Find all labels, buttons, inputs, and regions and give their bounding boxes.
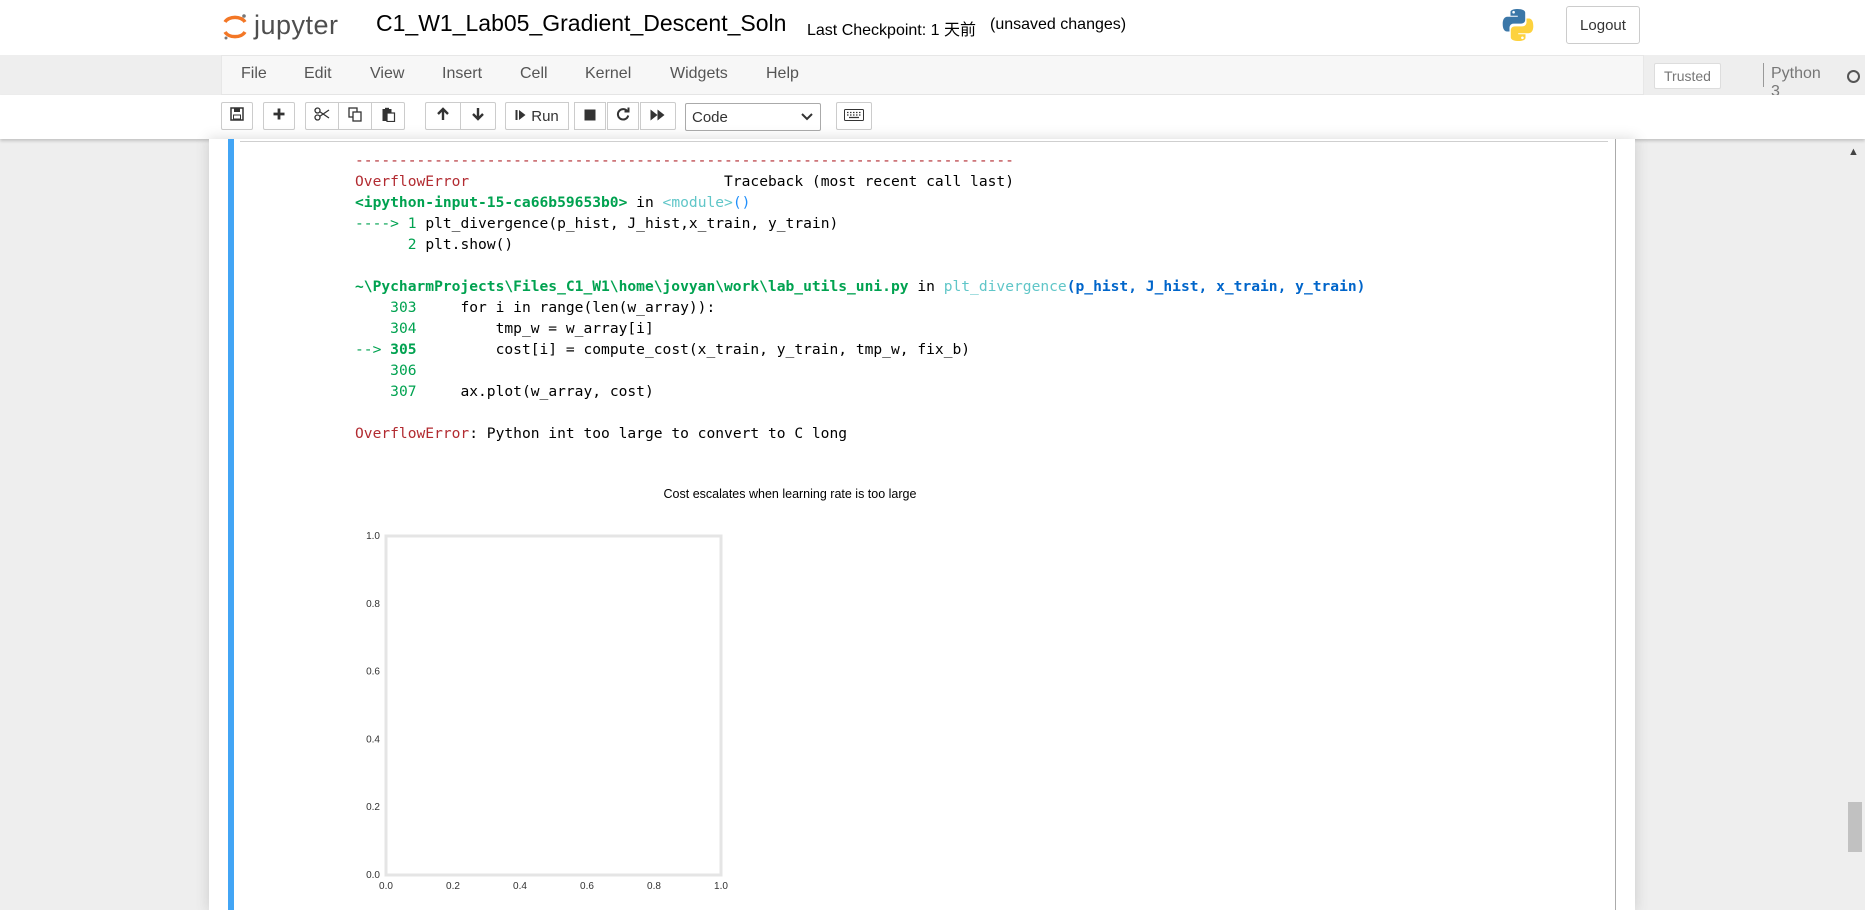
- line-305-code: cost[i] = compute_cost(x_train, y_train,…: [495, 341, 971, 358]
- save-icon: [230, 107, 244, 125]
- in-word-2: in: [917, 278, 935, 295]
- move-up-button[interactable]: [425, 102, 461, 130]
- run-button[interactable]: Run: [505, 102, 569, 130]
- run-label: Run: [531, 107, 559, 125]
- command-palette-button[interactable]: [836, 102, 872, 130]
- kernel-idle-indicator-icon: [1847, 70, 1860, 83]
- x-tick-label: 0.8: [647, 881, 661, 892]
- restart-button[interactable]: [607, 102, 639, 130]
- menu-file[interactable]: File: [241, 65, 267, 83]
- unsaved-indicator: (unsaved changes): [990, 16, 1127, 33]
- checkpoint-status: Last Checkpoint: 1 天前: [807, 22, 976, 39]
- x-axis-ticks: 0.0 0.2 0.4 0.6 0.8 1.0: [379, 881, 728, 892]
- x-tick-label: 0.2: [446, 881, 460, 892]
- trusted-indicator[interactable]: Trusted: [1654, 63, 1721, 89]
- plot-area: [384, 534, 723, 877]
- cut-button[interactable]: [305, 102, 339, 130]
- func-name: plt_divergence: [943, 278, 1067, 295]
- y-tick-label: 0.4: [366, 734, 380, 745]
- chart-title: Cost escalates when learning rate is too…: [664, 487, 917, 501]
- cell-selected-bar: [228, 139, 234, 910]
- cost-chart: Cost escalates when learning rate is too…: [366, 487, 916, 892]
- line2-num: 2: [407, 236, 417, 253]
- x-tick-label: 0.6: [580, 881, 594, 892]
- line-307-code: ax.plot(w_array, cost): [460, 383, 654, 400]
- python-logo-icon: [1500, 7, 1536, 43]
- menu-kernel[interactable]: Kernel: [585, 65, 631, 83]
- line1-code: plt_divergence(p_hist, J_hist,x_train, y…: [425, 215, 839, 232]
- save-button[interactable]: [221, 102, 253, 130]
- insert-cell-button[interactable]: [263, 102, 295, 130]
- line-305-num: 305: [390, 341, 417, 358]
- y-tick-label: 0.0: [366, 870, 380, 881]
- y-tick-label: 0.2: [366, 802, 380, 813]
- x-tick-label: 1.0: [714, 881, 728, 892]
- plus-icon: [272, 107, 286, 125]
- notebook-title[interactable]: C1_W1_Lab05_Gradient_Descent_Soln: [376, 10, 786, 37]
- traceback-header: Traceback (most recent call last): [724, 173, 1014, 190]
- restart-run-all-button[interactable]: [640, 102, 676, 130]
- jupyter-wordmark: jupyter: [254, 9, 339, 40]
- logout-button[interactable]: Logout: [1566, 6, 1640, 44]
- y-tick-label: 0.6: [366, 667, 380, 678]
- x-tick-label: 0.0: [379, 881, 393, 892]
- previous-output-border: [240, 139, 1608, 142]
- jupyter-logo[interactable]: jupyter: [222, 8, 362, 42]
- copy-button[interactable]: [338, 102, 372, 130]
- line-303-num: 303: [390, 299, 417, 316]
- line-306-num: 306: [390, 362, 417, 379]
- paste-button[interactable]: [371, 102, 405, 130]
- func-args: (p_hist, J_hist, x_train, y_train): [1066, 278, 1366, 295]
- menu-insert[interactable]: Insert: [442, 65, 482, 83]
- move-down-button[interactable]: [460, 102, 496, 130]
- menu-edit[interactable]: Edit: [304, 65, 332, 83]
- final-error-message: : Python int too large to convert to C l…: [469, 425, 848, 442]
- toolbar: Run Code: [0, 95, 1865, 139]
- menu-widgets[interactable]: Widgets: [670, 65, 728, 83]
- traceback-output: ----------------------------------------…: [355, 150, 1365, 444]
- restart-icon: [616, 107, 630, 125]
- scrollbar-thumb[interactable]: [1848, 802, 1862, 852]
- arrow-down-icon: [471, 107, 485, 125]
- line-303-code: for i in range(len(w_array)):: [460, 299, 716, 316]
- file-path: ~\PycharmProjects\Files_C1_W1\home\jovya…: [355, 278, 909, 295]
- module-parens: (): [732, 194, 751, 211]
- y-axis-ticks: 0.0 0.2 0.4 0.6 0.8 1.0: [366, 531, 380, 881]
- menu-view[interactable]: View: [370, 65, 404, 83]
- line-305-arrow: -->: [355, 341, 382, 358]
- input-ref: <ipython-input-15-ca66b59653b0>: [355, 194, 628, 211]
- kernel-separator: [1763, 63, 1764, 87]
- line1-arrow: ----> 1: [355, 215, 417, 232]
- y-tick-label: 0.8: [366, 599, 380, 610]
- header: jupyter C1_W1_Lab05_Gradient_Descent_Sol…: [0, 0, 1865, 55]
- copy-icon: [347, 106, 363, 126]
- menu-cell[interactable]: Cell: [520, 65, 548, 83]
- arrow-up-icon: [436, 107, 450, 125]
- chevron-down-icon: [800, 109, 814, 127]
- jupyter-logo-icon: [222, 12, 248, 40]
- line-307-num: 307: [390, 383, 417, 400]
- y-tick-label: 1.0: [366, 531, 380, 542]
- line-304-num: 304: [390, 320, 417, 337]
- in-word: in: [636, 194, 654, 211]
- scroll-up-arrow-icon[interactable]: ▲: [1848, 146, 1859, 158]
- stop-icon: [584, 108, 596, 125]
- fast-forward-icon: [650, 108, 666, 125]
- final-error-name: OverflowError: [355, 425, 470, 442]
- menu-help[interactable]: Help: [766, 65, 799, 83]
- paste-icon: [381, 107, 396, 126]
- cell-type-value: Code: [692, 108, 728, 126]
- interrupt-button[interactable]: [574, 102, 606, 130]
- x-tick-label: 0.4: [513, 881, 527, 892]
- step-forward-icon: [515, 108, 526, 125]
- traceback-separator: ----------------------------------------…: [355, 152, 1014, 169]
- keyboard-icon: [844, 108, 864, 125]
- cut-icon: [314, 107, 330, 125]
- cell-type-select[interactable]: Code: [685, 103, 821, 131]
- module-ref: <module>: [662, 194, 733, 211]
- line2-code: plt.show(): [425, 236, 514, 253]
- line-304-code: tmp_w = w_array[i]: [495, 320, 654, 337]
- menubar: File Edit View Insert Cell Kernel Widget…: [221, 55, 1860, 100]
- error-name: OverflowError: [355, 173, 470, 190]
